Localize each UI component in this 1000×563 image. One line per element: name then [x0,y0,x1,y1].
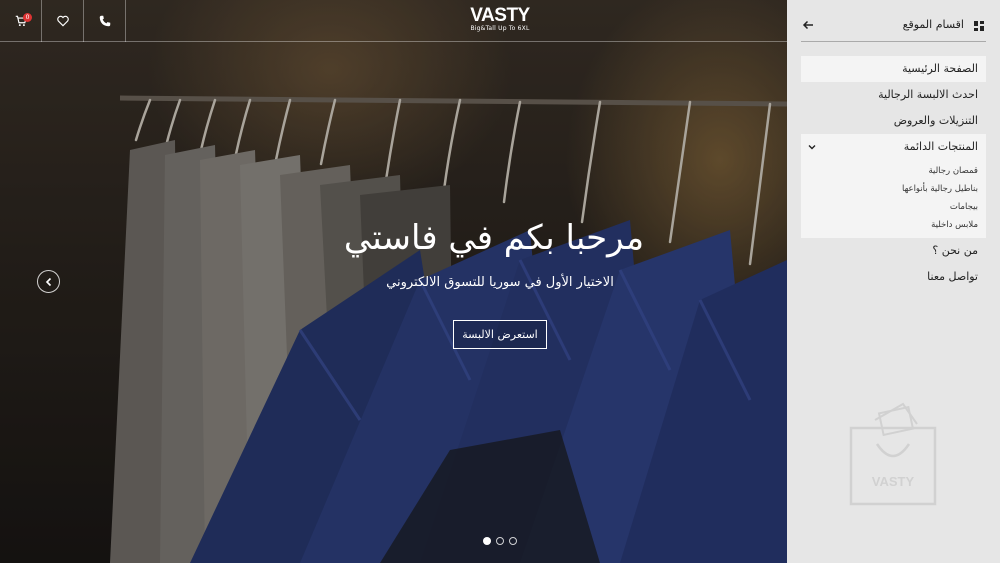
sidebar-item-permanent-products[interactable]: المنتجات الدائمة [801,134,986,160]
wishlist-button[interactable] [42,0,84,42]
sidebar-header: اقسام الموقع [801,14,986,42]
hero-subtitle: الاختيار الأول في سوريا للتسوق الالكترون… [386,275,614,290]
heart-icon [56,15,69,27]
logo-tagline: Big&Tall Up To 6XL [470,25,530,32]
submenu-item-mens-shirts[interactable]: قمصان رجالية [801,162,986,180]
permanent-products-submenu: قمصان رجالية بناطيل رجالية بأنواعها بيجا… [801,160,986,238]
submenu-item-mens-pants[interactable]: بناطيل رجالية بأنواعها [801,180,986,198]
sidebar-title: اقسام الموقع [902,18,964,31]
chevron-down-icon [808,145,816,150]
sidebar-item-contact-us[interactable]: تواصل معنا [801,264,986,290]
dashboard-icon [974,21,984,31]
cart-count-badge: 0 [23,13,32,22]
sidebar-item-label: المنتجات الدائمة [903,140,978,153]
hero-title: مرحبا بكم في فاستي [343,218,645,258]
cart-button[interactable]: 0 [0,0,42,42]
browse-clothes-button[interactable]: استعرض الالبسة [453,320,547,349]
slider-dots [483,537,517,545]
submenu-item-underwear[interactable]: ملابس داخلية [801,216,986,234]
sidebar-item-about-us[interactable]: من نحن ؟ [801,238,986,264]
slider-dot-2[interactable] [496,537,504,545]
sidebar-menu: الصفحة الرئيسية احدث الالبسة الرجالية ال… [801,56,986,290]
vasty-logo[interactable]: VASTY Big&Tall Up To 6XL [470,6,530,32]
site-sections-sidebar: اقسام الموقع الصفحة الرئيسية احدث الالبس… [787,0,1000,563]
slider-dot-1[interactable] [483,537,491,545]
logo-brand: VASTY [470,5,530,26]
sidebar-item-sales-offers[interactable]: التنزيلات والعروض [801,108,986,134]
submenu-item-pajamas[interactable]: بيجامات [801,198,986,216]
sidebar-item-new-mens-clothing[interactable]: احدث الالبسة الرجالية [801,82,986,108]
hero-slider: 0 VASTY Big&Tall Up To 6XL مرحبا بكم في … [0,0,787,563]
phone-icon [99,15,110,27]
slider-dot-3[interactable] [509,537,517,545]
sidebar-item-home[interactable]: الصفحة الرئيسية [801,56,986,82]
watermark-logo-text: VASTY [872,474,915,489]
phone-button[interactable] [84,0,126,42]
arrow-left-icon[interactable] [802,19,814,31]
shopping-bag-watermark-icon: VASTY [849,402,937,506]
top-bar: 0 VASTY Big&Tall Up To 6XL [0,0,787,42]
